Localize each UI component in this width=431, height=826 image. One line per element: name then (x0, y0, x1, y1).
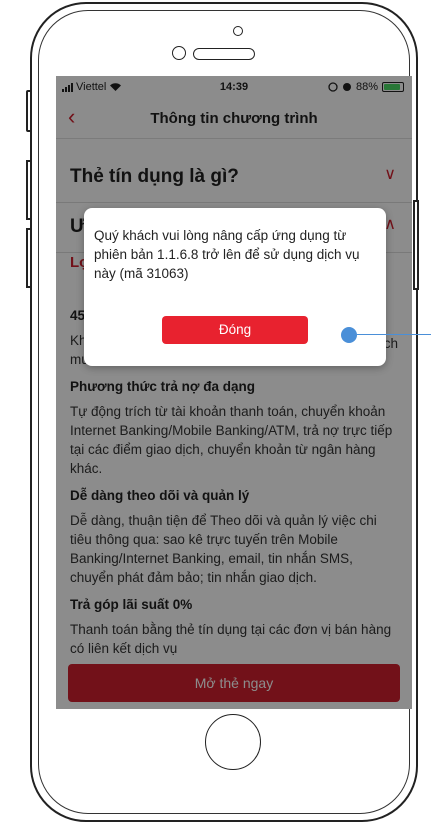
front-camera (172, 46, 186, 60)
app-screen: Viettel 14:39 88% ‹ Thông tin chương trì… (56, 76, 412, 709)
mute-switch (26, 90, 32, 132)
volume-down-button (26, 228, 32, 288)
volume-up-button (26, 160, 32, 220)
sensor-dot (233, 26, 243, 36)
power-button (413, 200, 419, 290)
modal-overlay[interactable] (56, 76, 412, 709)
annotation-marker (341, 327, 357, 343)
earpiece-speaker (193, 48, 255, 60)
home-button[interactable] (205, 714, 261, 770)
dialog-message: Quý khách vui lòng nâng cấp ứng dụng từ … (94, 228, 360, 281)
annotation-line (357, 334, 431, 335)
upgrade-dialog: Quý khách vui lòng nâng cấp ứng dụng từ … (84, 208, 386, 366)
close-dialog-button[interactable]: Đóng (162, 316, 308, 344)
